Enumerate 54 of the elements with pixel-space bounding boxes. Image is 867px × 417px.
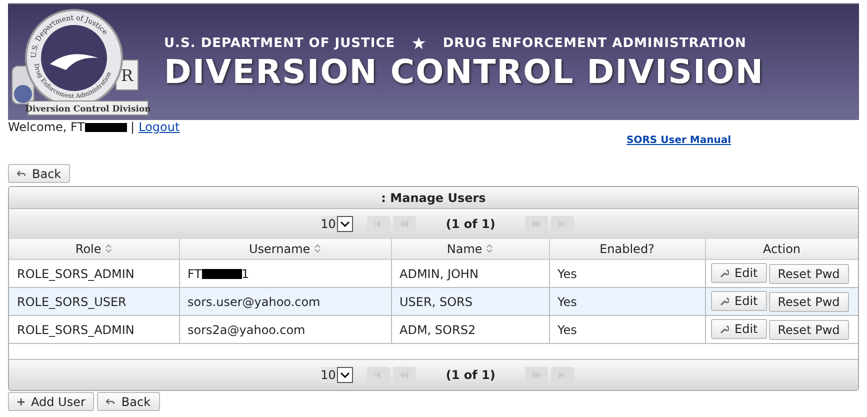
last-page-button[interactable]	[551, 216, 574, 232]
wrench-icon	[720, 324, 728, 334]
user-row[interactable]: ROLE_SORS_USER sors.user@yahoo.com USER, SORS Yes Edit Reset Pwd	[9, 288, 858, 316]
table-cell: USER, SORS	[391, 288, 549, 316]
first-page-button[interactable]	[366, 366, 390, 384]
reset-password-button[interactable]: Reset Pwd	[768, 292, 849, 312]
first-page-button[interactable]	[366, 216, 390, 232]
table-cell: ROLE_SORS_ADMIN	[9, 316, 179, 344]
department-name: U.S. DEPARTMENT OF JUSTICE	[164, 36, 396, 51]
administration-name: DRUG ENFORCEMENT ADMINISTRATION	[442, 36, 746, 51]
column-header[interactable]: Name	[391, 239, 549, 260]
reset-password-button[interactable]: Reset Pwd	[768, 320, 849, 340]
table-cell: sors.user@yahoo.com	[179, 288, 391, 316]
welcome-text: Welcome, FT	[8, 120, 85, 134]
column-header: Enabled?	[549, 239, 705, 260]
column-header: Action	[705, 239, 858, 260]
table-cell: Yes	[549, 316, 705, 344]
page-report: (1 of 1)	[446, 217, 496, 231]
last-page-button[interactable]	[551, 366, 574, 384]
table-cell: ROLE_SORS_USER	[9, 288, 179, 316]
edit-button[interactable]: Edit	[710, 319, 767, 340]
user-row[interactable]: ROLE_SORS_ADMIN sors2a@yahoo.com ADM, SORS2 Yes Edit Reset Pwd	[9, 316, 858, 344]
table-cell: ADM, SORS2	[391, 316, 549, 344]
edit-button[interactable]: Edit	[710, 291, 767, 312]
division-title: DIVERSION CONTROL DIVISION	[164, 52, 764, 90]
wrench-icon	[720, 296, 728, 306]
page-report: (1 of 1)	[446, 368, 496, 382]
reset-password-button[interactable]: Reset Pwd	[768, 264, 849, 284]
rows-per-page-select[interactable]: 10	[320, 367, 353, 383]
column-header[interactable]: Username	[179, 239, 391, 260]
star-icon: ★	[411, 34, 427, 54]
previous-page-button[interactable]	[392, 366, 416, 384]
user-manual-link[interactable]: SORS User Manual	[626, 135, 731, 164]
panel-title: : Manage Users	[9, 187, 858, 209]
rows-per-page-select[interactable]: 10	[320, 216, 353, 232]
back-arrow-icon	[106, 398, 116, 406]
plus-icon	[17, 398, 25, 406]
column-header[interactable]: Role	[9, 239, 179, 260]
next-page-button[interactable]	[525, 216, 548, 232]
table-cell: Yes	[549, 288, 705, 316]
back-arrow-icon	[17, 170, 26, 178]
user-row[interactable]: ROLE_SORS_ADMIN FT 1 ADMIN, JOHN Yes Edit Reset Pwd	[9, 260, 858, 288]
previous-page-button[interactable]	[392, 216, 416, 232]
caret-icon	[340, 220, 350, 228]
separator: |	[130, 120, 135, 134]
back-button[interactable]: Back	[97, 392, 160, 411]
add-user-button[interactable]: Add User	[8, 392, 94, 411]
next-page-button[interactable]	[525, 366, 548, 384]
table-cell: sors2a@yahoo.com	[179, 316, 391, 344]
wrench-icon	[720, 268, 728, 278]
caret-icon	[340, 372, 350, 378]
logout-link[interactable]: Logout	[138, 120, 180, 134]
back-button[interactable]: Back	[8, 164, 70, 183]
edit-button[interactable]: Edit	[710, 263, 767, 284]
